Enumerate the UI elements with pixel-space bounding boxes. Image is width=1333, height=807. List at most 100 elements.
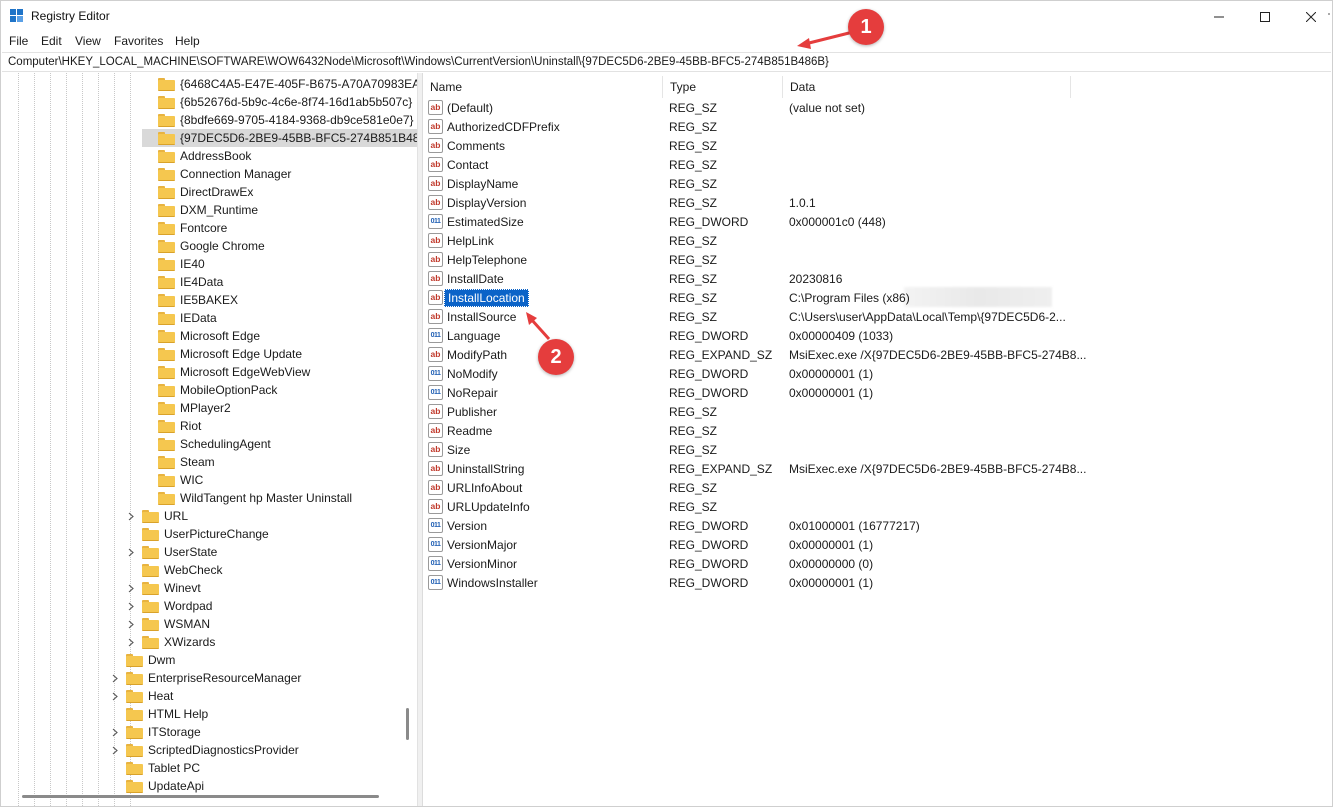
tree-item[interactable]: IE5BAKEX — [142, 291, 238, 309]
value-row[interactable]: ab URLInfoAbout REG_SZ — [428, 479, 1328, 498]
chevron-right-icon[interactable] — [110, 669, 120, 687]
value-row[interactable]: 011 WindowsInstaller REG_DWORD 0x00000001 (… — [428, 574, 1328, 593]
tree-item[interactable]: ScriptedDiagnosticsProvider — [110, 741, 299, 759]
chevron-right-icon[interactable] — [126, 597, 136, 615]
value-row[interactable]: ab (Default) REG_SZ (value not set) — [428, 99, 1328, 118]
chevron-right-icon[interactable] — [126, 579, 136, 597]
tree-item[interactable]: MobileOptionPack — [142, 381, 277, 399]
tree-item[interactable]: URL — [126, 507, 188, 525]
tree-item[interactable]: MPlayer2 — [142, 399, 231, 417]
value-row[interactable]: ab DisplayName REG_SZ — [428, 175, 1328, 194]
value-row[interactable]: ab Contact REG_SZ — [428, 156, 1328, 175]
value-type: REG_DWORD — [669, 557, 749, 571]
key-tree-pane[interactable]: {6468C4A5-E47E-405F-B675-A70A70983EA6 {6b… — [2, 73, 418, 806]
tree-item[interactable]: IEData — [142, 309, 217, 327]
tree-item[interactable]: WildTangent hp Master Uninstall — [142, 489, 352, 507]
tree-item[interactable]: Google Chrome — [142, 237, 265, 255]
string-value-icon: ab — [428, 461, 443, 476]
tree-item-label: XWizards — [164, 635, 216, 649]
value-row[interactable]: ab InstallSource REG_SZ C:\Users\user\AppDa… — [428, 308, 1328, 327]
column-header-type[interactable]: Type — [663, 76, 783, 98]
chevron-right-icon[interactable] — [110, 741, 120, 759]
value-row[interactable]: ab InstallLocation REG_SZ C:\Program Files … — [428, 289, 1328, 308]
tree-item[interactable]: Wordpad — [126, 597, 212, 615]
minimize-button[interactable] — [1196, 1, 1242, 32]
tree-item[interactable]: DXM_Runtime — [142, 201, 258, 219]
menu-file[interactable]: File — [9, 34, 28, 48]
menu-favorites[interactable]: Favorites — [114, 34, 163, 48]
value-row[interactable]: ab URLUpdateInfo REG_SZ — [428, 498, 1328, 517]
menu-help[interactable]: Help — [175, 34, 200, 48]
tree-item[interactable]: UserState — [126, 543, 217, 561]
value-row[interactable]: ab Publisher REG_SZ — [428, 403, 1328, 422]
maximize-button[interactable] — [1242, 1, 1288, 32]
tree-item[interactable]: Connection Manager — [142, 165, 291, 183]
value-row[interactable]: ab UninstallString REG_EXPAND_SZ MsiExec.ex… — [428, 460, 1328, 479]
address-path[interactable]: Computer\HKEY_LOCAL_MACHINE\SOFTWARE\WOW… — [8, 56, 829, 68]
tree-item[interactable]: UserPictureChange — [126, 525, 269, 543]
tree-item[interactable]: AddressBook — [142, 147, 251, 165]
value-row[interactable]: ab Comments REG_SZ — [428, 137, 1328, 156]
tree-item[interactable]: Steam — [142, 453, 215, 471]
value-row[interactable]: ab HelpLink REG_SZ — [428, 232, 1328, 251]
value-data: 0x000001c0 (448) — [789, 215, 886, 229]
tree-item[interactable]: Microsoft Edge — [142, 327, 260, 345]
tree-item[interactable]: WSMAN — [126, 615, 210, 633]
tree-item[interactable]: HTML Help — [110, 705, 208, 723]
address-bar[interactable]: Computer\HKEY_LOCAL_MACHINE\SOFTWARE\WOW… — [2, 52, 1331, 72]
tree-item[interactable]: Dwm — [110, 651, 175, 669]
tree-item[interactable]: {6468C4A5-E47E-405F-B675-A70A70983EA6 — [142, 75, 417, 93]
value-row[interactable]: 011 VersionMinor REG_DWORD 0x00000000 (0) — [428, 555, 1328, 574]
tree-item[interactable]: DirectDrawEx — [142, 183, 253, 201]
chevron-right-icon[interactable] — [126, 615, 136, 633]
column-header-name[interactable]: Name — [423, 76, 663, 98]
tree-item[interactable]: {6b52676d-5b9c-4c6e-8f74-16d1ab5b507c} — [142, 93, 412, 111]
tree-item[interactable]: {97DEC5D6-2BE9-45BB-BFC5-274B851B486B — [142, 129, 417, 147]
tree-item[interactable]: SchedulingAgent — [142, 435, 271, 453]
tree-item[interactable]: Fontcore — [142, 219, 227, 237]
column-header-data[interactable]: Data — [783, 76, 1071, 98]
value-row[interactable]: 011 VersionMajor REG_DWORD 0x00000001 (1) — [428, 536, 1328, 555]
value-row[interactable]: 011 NoRepair REG_DWORD 0x00000001 (1) — [428, 384, 1328, 403]
tree-item[interactable]: UpdateApi — [110, 777, 204, 795]
chevron-right-icon[interactable] — [110, 687, 120, 705]
tree-item[interactable]: Heat — [110, 687, 173, 705]
tree-item[interactable]: ITStorage — [110, 723, 201, 741]
value-row[interactable]: ab Size REG_SZ — [428, 441, 1328, 460]
chevron-right-icon[interactable] — [126, 633, 136, 651]
tree-item[interactable]: Riot — [142, 417, 201, 435]
menu-edit[interactable]: Edit — [41, 34, 62, 48]
value-row[interactable]: ab DisplayVersion REG_SZ 1.0.1 — [428, 194, 1328, 213]
tree-item-label: HTML Help — [148, 707, 209, 721]
tree-item[interactable]: XWizards — [126, 633, 215, 651]
tree-item[interactable]: Microsoft Edge Update — [142, 345, 302, 363]
tree-item[interactable]: IE40 — [142, 255, 205, 273]
tree-item[interactable]: Microsoft EdgeWebView — [142, 363, 310, 381]
values-list-pane[interactable]: Name Type Data ab (Default) REG_SZ (value n… — [422, 73, 1332, 806]
chevron-right-icon[interactable] — [126, 543, 136, 561]
chevron-right-icon[interactable] — [126, 507, 136, 525]
tree-item[interactable]: WIC — [142, 471, 203, 489]
value-name: EstimatedSize — [447, 215, 524, 229]
tree-item[interactable]: {8bdfe669-9705-4184-9368-db9ce581e0e7} — [142, 111, 414, 129]
close-button[interactable] — [1288, 1, 1333, 32]
tree-item-label: Microsoft Edge Update — [180, 347, 303, 361]
chevron-right-icon[interactable] — [110, 723, 120, 741]
tree-item[interactable]: WebCheck — [126, 561, 222, 579]
value-row[interactable]: 011 Version REG_DWORD 0x01000001 (16777217) — [428, 517, 1328, 536]
tree-item[interactable]: IE4Data — [142, 273, 223, 291]
value-row[interactable]: ab Readme REG_SZ — [428, 422, 1328, 441]
value-row[interactable]: 011 EstimatedSize REG_DWORD 0x000001c0 (448… — [428, 213, 1328, 232]
tree-item[interactable]: Winevt — [126, 579, 201, 597]
value-row[interactable]: ab AuthorizedCDFPrefix REG_SZ — [428, 118, 1328, 137]
value-row[interactable]: ab InstallDate REG_SZ 20230816 — [428, 270, 1328, 289]
tree-item[interactable]: EnterpriseResourceManager — [110, 669, 301, 687]
tree-horizontal-scrollbar[interactable] — [22, 795, 379, 798]
value-row[interactable]: ab HelpTelephone REG_SZ — [428, 251, 1328, 270]
tree-vertical-scrollbar[interactable] — [406, 708, 409, 740]
tree-item[interactable]: Tablet PC — [110, 759, 200, 777]
menu-view[interactable]: View — [75, 34, 101, 48]
folder-icon — [158, 131, 175, 145]
